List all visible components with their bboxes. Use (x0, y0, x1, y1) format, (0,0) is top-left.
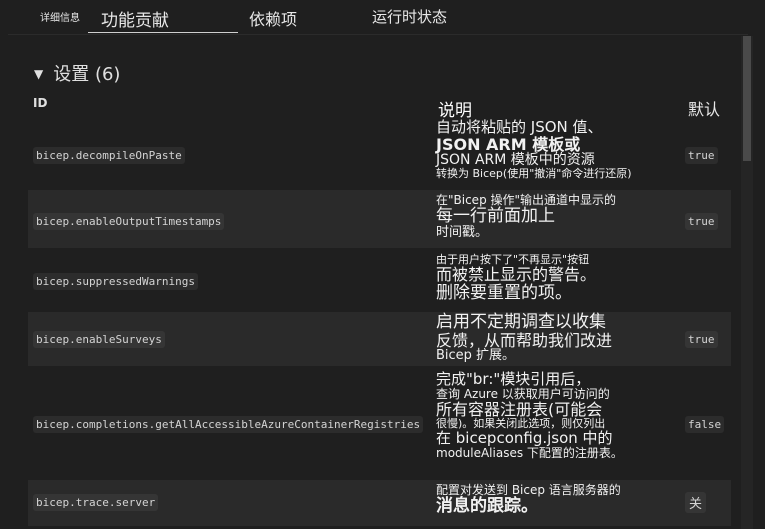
default-value: 关 (685, 492, 707, 513)
setting-description: 在"Bicep 操作"输出通道中显示的 每一行前面加上 时间戳。 (436, 193, 686, 240)
setting-id: bicep.decompileOnPaste (33, 147, 185, 164)
setting-description: 自动将粘贴的 JSON 值、 JSON ARM 模板或 JSON ARM 模板中… (436, 119, 686, 181)
description-line: JSON ARM 模板或 (436, 134, 581, 154)
collapse-triangle-icon[interactable]: ▼ (34, 67, 43, 81)
description-line: 反馈，从而帮助我们改进 (436, 330, 613, 350)
default-value: true (685, 331, 718, 348)
description-line: 所有容器注册表(可能会 (436, 399, 603, 419)
description-line: 在 bicepconfig.json 中的 (436, 429, 613, 448)
description-line: 自动将粘贴的 JSON 值、 (436, 118, 603, 136)
table-header-row: ID 说明 默认 (28, 92, 731, 121)
setting-id: bicep.enableSurveys (33, 331, 165, 348)
tab-runtime-status[interactable]: 运行时状态 (372, 6, 447, 27)
column-header-default: 默认 (688, 100, 721, 119)
setting-description: 完成"br:"模块引用后， 查询 Azure 以获取用户可访问的 所有容器注册表… (436, 371, 686, 460)
setting-id: bicep.trace.server (33, 494, 159, 511)
table-row: bicep.trace.server 配置对发送到 Bicep 语言服务器的 消… (28, 480, 731, 526)
tab-bar: 详细信息 功能贡献 依赖项 运行时状态 (0, 0, 765, 35)
setting-id: bicep.completions.getAllAccessibleAzureC… (33, 416, 424, 433)
description-line: 启用不定期调查以收集 (436, 312, 606, 332)
table-row: bicep.enableOutputTimestamps 在"Bicep 操作"… (28, 190, 731, 248)
description-line: 完成"br:"模块引用后， (436, 370, 591, 388)
setting-description: 配置对发送到 Bicep 语言服务器的 消息的跟踪。 (436, 483, 686, 517)
description-line: 转换为 Bicep(使用"撤消"命令进行还原) (436, 167, 632, 181)
default-value: false (685, 416, 725, 433)
description-line: Bicep 扩展。 (436, 348, 516, 364)
description-line: 删除要重置的项。 (436, 282, 572, 303)
setting-description: 由于用户按下了"不再显示"按钮 而被禁止显示的警告。 删除要重置的项。 (436, 253, 686, 303)
description-line: 而被禁止显示的警告。 (436, 265, 597, 285)
table-row: bicep.completions.getAllAccessibleAzureC… (28, 368, 731, 478)
tab-details[interactable]: 详细信息 (40, 9, 80, 24)
table-row: bicep.enableSurveys 启用不定期调查以收集 反馈，从而帮助我们… (28, 312, 731, 366)
tab-dependencies[interactable]: 依赖项 (249, 6, 297, 30)
tab-feature-contributions[interactable]: 功能贡献 (101, 6, 169, 31)
column-header-id: ID (33, 96, 48, 110)
description-line: 时间戳。 (436, 224, 489, 240)
description-line: 每一行前面加上 (436, 206, 555, 227)
description-line: moduleAliases 下配置的注册表。 (436, 445, 623, 460)
default-value: true (685, 147, 718, 164)
setting-id: bicep.suppressedWarnings (33, 273, 198, 290)
section-title: 设置 (6) (53, 64, 121, 85)
description-line: 查询 Azure 以获取用户可访问的 (436, 386, 610, 401)
settings-section-header[interactable]: ▼ 设置 (6) (34, 60, 120, 86)
setting-id: bicep.enableOutputTimestamps (33, 213, 225, 230)
description-line: 消息的跟踪。 (436, 496, 538, 517)
tab-divider (8, 34, 748, 35)
default-value: true (685, 213, 718, 230)
scrollbar-thumb[interactable] (743, 36, 751, 161)
setting-description: 启用不定期调查以收集 反馈，从而帮助我们改进 Bicep 扩展。 (436, 313, 686, 364)
table-row: bicep.decompileOnPaste 自动将粘贴的 JSON 值、 JS… (28, 118, 731, 188)
table-row: bicep.suppressedWarnings 由于用户按下了"不再显示"按钮… (28, 252, 731, 310)
active-tab-indicator (88, 32, 238, 33)
